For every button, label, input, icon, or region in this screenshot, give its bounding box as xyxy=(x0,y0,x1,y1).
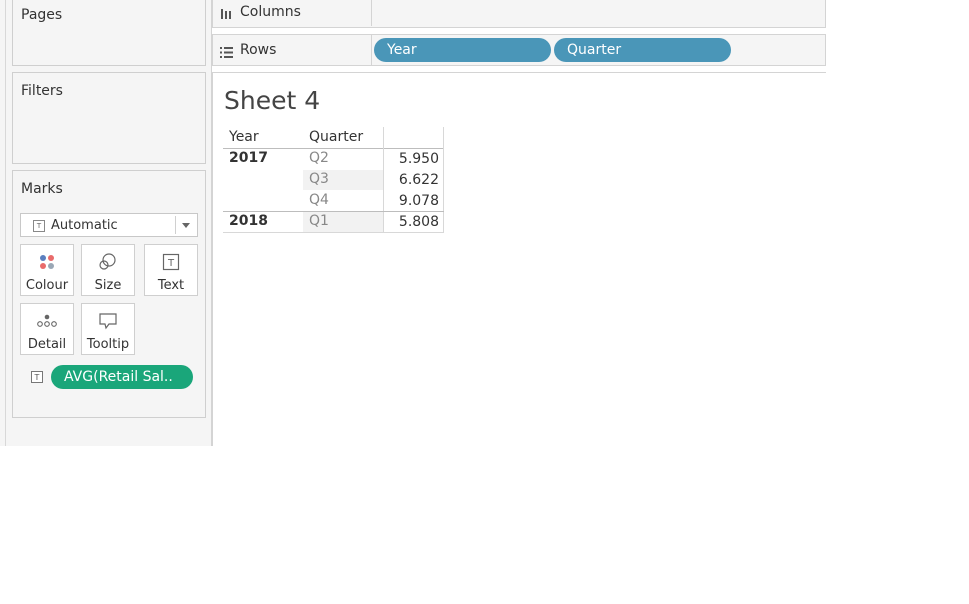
filters-title: Filters xyxy=(21,83,63,99)
year-cell[interactable]: 2017 xyxy=(229,150,268,166)
detail-label: Detail xyxy=(27,337,67,352)
year-divider xyxy=(223,211,444,212)
value-cell[interactable]: 9.078 xyxy=(384,193,439,209)
table-bottom-border xyxy=(223,232,444,233)
colour-label: Colour xyxy=(25,278,69,293)
size-label: Size xyxy=(94,278,122,293)
size-circles-icon xyxy=(82,252,134,272)
header-quarter: Quarter xyxy=(309,129,364,145)
rows-label: Rows xyxy=(240,42,277,58)
columns-shelf-divider xyxy=(371,0,372,26)
svg-text:T: T xyxy=(167,258,175,269)
chevron-down-icon[interactable] xyxy=(182,223,190,228)
tooltip-label: Tooltip xyxy=(86,337,130,352)
rows-shelf-divider xyxy=(371,35,372,65)
tooltip-button[interactable]: Tooltip xyxy=(81,303,135,355)
pages-card[interactable]: Pages xyxy=(12,0,206,66)
columns-icon xyxy=(220,5,232,24)
left-pane-edge xyxy=(5,0,6,446)
value-cell[interactable]: 6.622 xyxy=(384,172,439,188)
quarter-cell[interactable]: Q1 xyxy=(309,213,329,229)
value-cell[interactable]: 5.950 xyxy=(384,151,439,167)
columns-shelf[interactable] xyxy=(212,0,826,28)
value-cell[interactable]: 5.808 xyxy=(384,214,439,230)
crosstab: Year Quarter 2017 Q2 5.950 Q3 6.622 Q4 9… xyxy=(223,127,444,233)
year-pill[interactable]: Year xyxy=(374,38,551,62)
detail-button[interactable]: Detail xyxy=(20,303,74,355)
filters-card[interactable]: Filters xyxy=(12,72,206,164)
colour-dots-icon xyxy=(21,252,73,272)
dropdown-divider xyxy=(175,216,176,234)
tooltip-bubble-icon xyxy=(82,311,134,331)
quarter-cell[interactable]: Q4 xyxy=(309,192,329,208)
size-button[interactable]: Size xyxy=(81,244,135,296)
avg-retail-sales-pill[interactable]: AVG(Retail Sal.. xyxy=(51,365,193,389)
marks-title: Marks xyxy=(21,181,63,197)
text-label: Text xyxy=(157,278,185,293)
view-border xyxy=(212,72,826,73)
mark-type-icon: T xyxy=(33,220,45,232)
view-border xyxy=(212,72,213,446)
text-field-icon[interactable]: T xyxy=(31,371,43,383)
rows-icon xyxy=(220,43,233,62)
header-measure xyxy=(383,127,444,148)
mark-type-label: Automatic xyxy=(51,218,118,233)
mark-type-dropdown[interactable]: T Automatic xyxy=(20,213,198,237)
header-divider xyxy=(223,148,444,149)
text-button[interactable]: T Text xyxy=(144,244,198,296)
quarter-pill[interactable]: Quarter xyxy=(554,38,731,62)
text-box-icon: T xyxy=(145,252,197,272)
detail-dots-icon xyxy=(21,311,73,331)
sheet-title: Sheet 4 xyxy=(224,86,321,115)
quarter-cell[interactable]: Q3 xyxy=(309,171,329,187)
columns-label: Columns xyxy=(240,4,301,20)
header-year: Year xyxy=(229,129,259,145)
pages-title: Pages xyxy=(21,7,63,23)
colour-button[interactable]: Colour xyxy=(20,244,74,296)
year-cell[interactable]: 2018 xyxy=(229,213,268,229)
value-column-border xyxy=(443,148,444,233)
quarter-cell[interactable]: Q2 xyxy=(309,150,329,166)
